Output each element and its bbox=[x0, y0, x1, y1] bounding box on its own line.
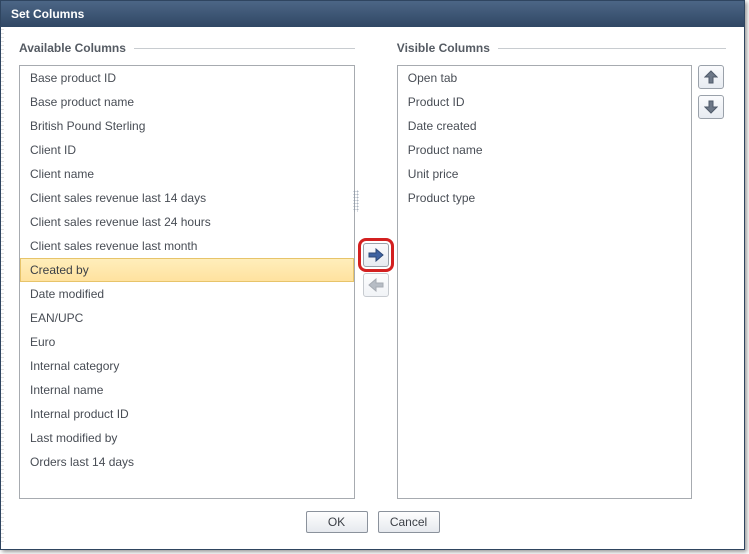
dialog-titlebar: Set Columns bbox=[1, 1, 744, 27]
list-item[interactable]: Internal product ID bbox=[20, 402, 354, 426]
available-columns-section: Available Columns Base product IDBase pr… bbox=[19, 41, 355, 499]
cancel-button[interactable]: Cancel bbox=[378, 511, 440, 533]
dialog-body: Available Columns Base product IDBase pr… bbox=[1, 27, 744, 549]
list-item[interactable]: Last modified by bbox=[20, 426, 354, 450]
list-item[interactable]: Open tab bbox=[398, 66, 691, 90]
arrow-up-icon bbox=[704, 70, 718, 84]
list-item[interactable]: Client sales revenue last 14 days bbox=[20, 186, 354, 210]
visible-columns-list[interactable]: Open tabProduct IDDate createdProduct na… bbox=[398, 66, 691, 498]
arrow-down-icon bbox=[704, 100, 718, 114]
arrow-left-icon bbox=[368, 278, 384, 292]
list-item[interactable]: Date created bbox=[398, 114, 691, 138]
list-item[interactable]: Base product name bbox=[20, 90, 354, 114]
list-item[interactable]: Product name bbox=[398, 138, 691, 162]
list-item[interactable]: Unit price bbox=[398, 162, 691, 186]
list-item[interactable]: Product type bbox=[398, 186, 691, 210]
move-up-button[interactable] bbox=[698, 65, 724, 89]
move-down-button[interactable] bbox=[698, 95, 724, 119]
list-item[interactable]: Created by bbox=[20, 258, 354, 282]
available-columns-legend: Available Columns bbox=[19, 41, 126, 55]
list-item[interactable]: Client name bbox=[20, 162, 354, 186]
splitter-handle[interactable] bbox=[353, 190, 359, 212]
ok-button[interactable]: OK bbox=[306, 511, 368, 533]
arrow-right-icon bbox=[368, 248, 384, 262]
list-item[interactable]: Date modified bbox=[20, 282, 354, 306]
list-item[interactable]: Internal name bbox=[20, 378, 354, 402]
list-item[interactable]: Client sales revenue last 24 hours bbox=[20, 210, 354, 234]
list-item[interactable]: British Pound Sterling bbox=[20, 114, 354, 138]
divider bbox=[498, 48, 726, 49]
add-column-button[interactable] bbox=[363, 243, 389, 267]
list-item[interactable]: Product ID bbox=[398, 90, 691, 114]
dialog-title: Set Columns bbox=[11, 7, 84, 21]
list-item[interactable]: Client sales revenue last month bbox=[20, 234, 354, 258]
list-item[interactable]: EAN/UPC bbox=[20, 306, 354, 330]
left-resize-handle[interactable] bbox=[1, 29, 4, 545]
dialog-footer: OK Cancel bbox=[19, 499, 726, 539]
set-columns-dialog: Set Columns Available Columns Base produ… bbox=[0, 0, 745, 550]
reorder-controls bbox=[698, 65, 726, 499]
list-item[interactable]: Client ID bbox=[20, 138, 354, 162]
transfer-controls bbox=[355, 41, 397, 499]
available-columns-list[interactable]: Base product IDBase product nameBritish … bbox=[20, 66, 354, 498]
list-item[interactable]: Euro bbox=[20, 330, 354, 354]
list-item[interactable]: Orders last 14 days bbox=[20, 450, 354, 474]
visible-columns-legend: Visible Columns bbox=[397, 41, 490, 55]
divider bbox=[134, 48, 355, 49]
list-item[interactable]: Base product ID bbox=[20, 66, 354, 90]
list-item[interactable]: Internal category bbox=[20, 354, 354, 378]
visible-columns-section: Visible Columns Open tabProduct IDDate c… bbox=[397, 41, 726, 499]
remove-column-button[interactable] bbox=[363, 273, 389, 297]
